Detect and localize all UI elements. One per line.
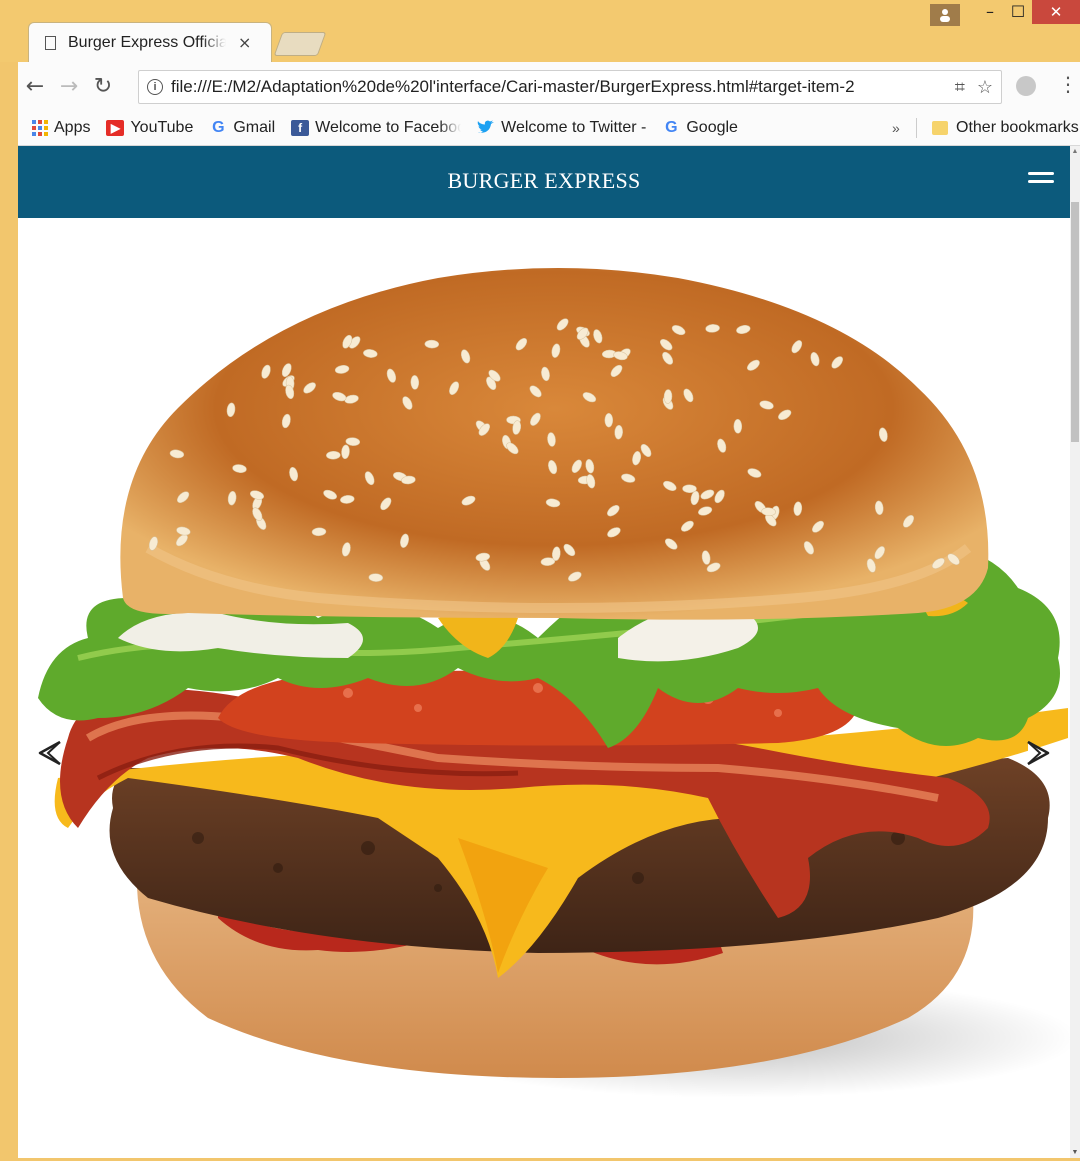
scroll-up-icon[interactable]: ▲ bbox=[1070, 148, 1080, 155]
other-bookmarks[interactable]: Other bookmarks bbox=[932, 119, 1079, 137]
more-bookmarks-button[interactable]: » bbox=[892, 120, 900, 136]
hamburger-menu-icon[interactable] bbox=[1028, 172, 1054, 190]
info-icon[interactable]: i bbox=[147, 79, 163, 95]
carousel-next-button[interactable] bbox=[1022, 738, 1052, 768]
menu-icon[interactable]: ⋮ bbox=[1058, 72, 1078, 96]
reload-button[interactable]: ↻ bbox=[86, 74, 120, 99]
google-icon: G bbox=[212, 118, 225, 136]
maximize-button[interactable]: ☐ bbox=[1004, 0, 1032, 22]
bookmark-label: Welcome to Twitter - bbox=[501, 118, 647, 136]
sesame-seed bbox=[424, 339, 440, 349]
bookmark-twitter[interactable]: Welcome to Twitter - bbox=[477, 119, 646, 137]
folder-icon bbox=[932, 120, 948, 135]
sesame-seed bbox=[733, 419, 743, 434]
google-icon: G bbox=[665, 118, 678, 136]
youtube-icon: ▶ bbox=[106, 119, 125, 136]
browser-window: Burger Express Official W × – ☐ ✕ ← → ↻ … bbox=[0, 0, 1080, 1161]
browser-tab[interactable]: Burger Express Official W × bbox=[28, 22, 272, 62]
carousel-prev-button[interactable] bbox=[36, 738, 66, 768]
address-bar[interactable]: i file:///E:/M2/Adaptation%20de%20l'inte… bbox=[138, 70, 1002, 104]
document-icon bbox=[45, 35, 56, 50]
chevron-right-icon bbox=[1027, 740, 1050, 766]
minimize-button[interactable]: – bbox=[976, 0, 1004, 22]
close-window-button[interactable]: ✕ bbox=[1032, 0, 1080, 24]
scroll-down-icon[interactable]: ▼ bbox=[1070, 1149, 1080, 1156]
title-bar: Burger Express Official W × – ☐ ✕ bbox=[0, 0, 1080, 62]
bookmark-label: YouTube bbox=[130, 118, 194, 136]
new-tab-button[interactable] bbox=[273, 32, 327, 56]
image-carousel bbox=[18, 218, 1070, 1158]
sesame-seed bbox=[326, 450, 341, 460]
bookmark-apps[interactable]: Apps bbox=[32, 119, 90, 137]
bookmark-facebook[interactable]: f Welcome to Faceboo bbox=[291, 119, 461, 137]
bookmark-label: Apps bbox=[54, 118, 91, 136]
facebook-icon: f bbox=[291, 119, 310, 136]
back-button[interactable]: ← bbox=[18, 74, 52, 99]
extension-icon[interactable] bbox=[1016, 76, 1036, 96]
cheeseburger-image bbox=[38, 268, 1070, 1098]
sesame-seed bbox=[604, 412, 614, 428]
page-viewport: BURGER EXPRESS bbox=[18, 146, 1070, 1158]
twitter-icon bbox=[477, 120, 495, 136]
bookmarks-divider bbox=[916, 118, 917, 138]
bookmarks-bar: Apps ▶ YouTube G Gmail f Welcome to Face… bbox=[18, 110, 1080, 146]
url-text[interactable]: file:///E:/M2/Adaptation%20de%20l'interf… bbox=[171, 77, 855, 97]
tab-title: Burger Express Official W bbox=[68, 33, 226, 51]
brand-title[interactable]: BURGER EXPRESS bbox=[18, 168, 1070, 194]
bookmark-label: Google bbox=[686, 118, 738, 136]
window-controls: – ☐ ✕ bbox=[930, 0, 1080, 26]
sesame-seed bbox=[663, 389, 673, 404]
browser-toolbar: ← → ↻ i file:///E:/M2/Adaptation%20de%20… bbox=[18, 62, 1080, 110]
user-profile-icon[interactable] bbox=[930, 4, 960, 26]
translate-icon[interactable]: ⌗ bbox=[955, 77, 965, 98]
star-icon[interactable]: ☆ bbox=[977, 77, 993, 98]
site-navbar: BURGER EXPRESS bbox=[18, 146, 1070, 218]
chevron-left-icon bbox=[38, 740, 61, 766]
bookmark-google[interactable]: G Google bbox=[662, 119, 738, 137]
forward-button[interactable]: → bbox=[52, 74, 86, 99]
bookmark-gmail[interactable]: G Gmail bbox=[209, 119, 275, 137]
bookmark-youtube[interactable]: ▶ YouTube bbox=[106, 119, 193, 137]
apps-icon bbox=[32, 119, 48, 136]
other-bookmarks-label: Other bookmarks bbox=[956, 118, 1079, 136]
bookmark-label: Welcome to Faceboo bbox=[315, 118, 462, 136]
bookmark-label: Gmail bbox=[233, 118, 276, 136]
sesame-seed bbox=[410, 375, 420, 390]
scroll-thumb[interactable] bbox=[1071, 202, 1079, 442]
sesame-seed bbox=[682, 484, 697, 493]
close-tab-icon[interactable]: × bbox=[238, 33, 251, 52]
vertical-scrollbar[interactable]: ▲ ▼ bbox=[1070, 146, 1080, 1158]
